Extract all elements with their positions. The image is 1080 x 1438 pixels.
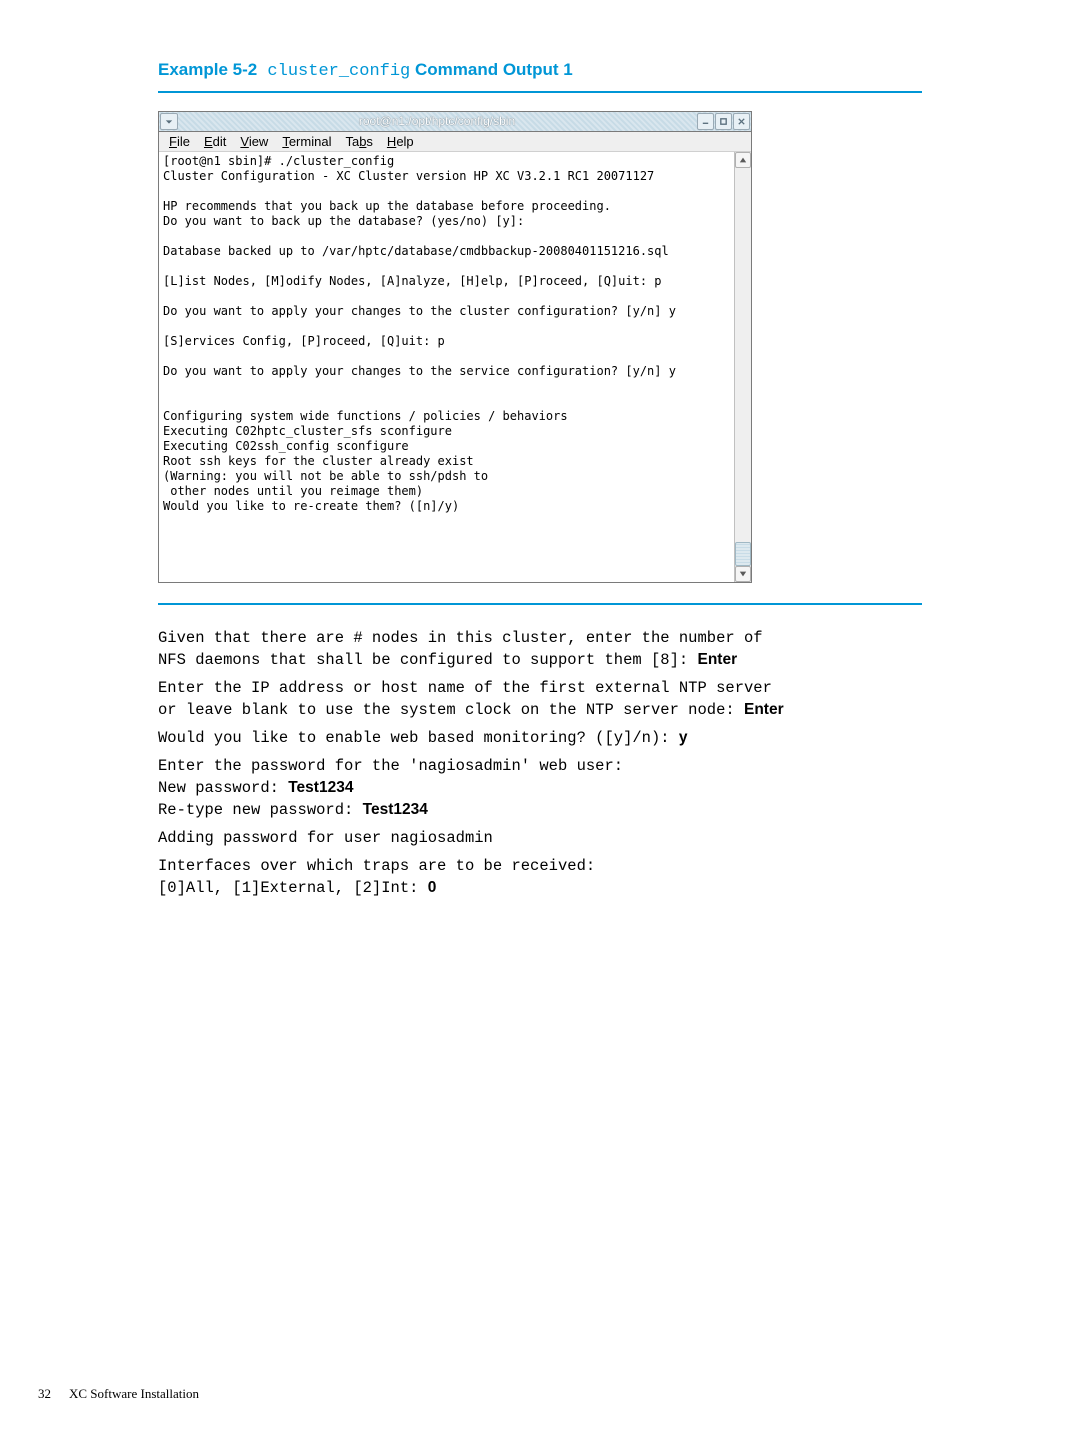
example-cmd: cluster_config [257,62,410,81]
title-bar: root@n1:/opt/hptc/config/sbin [159,112,751,132]
maximize-button[interactable] [715,113,732,130]
user-input: Enter [744,701,784,718]
scroll-down-button[interactable] [735,566,751,582]
footer-title: XC Software Installation [69,1386,199,1401]
body-line-text: Re-type new password: [158,801,363,819]
body-line: [0]All, [1]External, [2]Int: 0 [158,877,922,899]
body-line: Adding password for user nagiosadmin [158,827,922,849]
body-line: Would you like to enable web based monit… [158,727,922,749]
body-line-text: Enter the IP address or host name of the… [158,679,772,697]
user-input: Test1234 [288,779,353,796]
body-line: Interfaces over which traps are to be re… [158,855,922,877]
body-line-text: Interfaces over which traps are to be re… [158,857,595,875]
page-number: 32 [38,1386,51,1401]
body-text: Given that there are # nodes in this clu… [158,627,922,899]
example-label: Example 5-2 [158,60,257,79]
user-input: y [679,729,688,746]
body-line-text: Adding password for user nagiosadmin [158,829,493,847]
menu-terminal[interactable]: Terminal [282,134,331,149]
user-input: Test1234 [363,801,428,818]
minimize-icon [701,117,710,126]
divider-top [158,91,922,93]
chevron-down-icon [165,118,173,126]
terminal-body-wrap: [root@n1 sbin]# ./cluster_config Cluster… [159,152,751,582]
body-line-text: or leave blank to use the system clock o… [158,701,744,719]
user-input: Enter [698,651,738,668]
scroll-thumb[interactable] [735,542,751,566]
window-menu-dropdown[interactable] [160,113,178,130]
body-line-text: [0]All, [1]External, [2]Int: [158,879,428,897]
menu-view[interactable]: View [240,134,268,149]
body-line-text: NFS daemons that shall be configured to … [158,651,698,669]
example-suffix: Command Output 1 [410,60,572,79]
maximize-icon [719,117,728,126]
body-line: Re-type new password: Test1234 [158,799,922,821]
body-line: or leave blank to use the system clock o… [158,699,922,721]
example-title: Example 5-2 cluster_config Command Outpu… [158,60,922,81]
body-line-text: New password: [158,779,288,797]
menu-tabs[interactable]: Tabs [345,134,372,149]
triangle-up-icon [739,156,747,164]
scroll-track[interactable] [735,168,751,566]
body-line: Enter the password for the 'nagiosadmin'… [158,755,922,777]
page-footer: 32 XC Software Installation [38,1386,199,1402]
terminal-output[interactable]: [root@n1 sbin]# ./cluster_config Cluster… [159,152,734,582]
terminal-window: root@n1:/opt/hptc/config/sbin File Edit Vi… [158,111,752,583]
body-line-text: Given that there are # nodes in this clu… [158,629,763,647]
body-line-text: Enter the password for the 'nagiosadmin'… [158,757,623,775]
menu-bar: File Edit View Terminal Tabs Help [159,132,751,152]
window-buttons [696,113,750,130]
body-line-text: Would you like to enable web based monit… [158,729,679,747]
body-line: Enter the IP address or host name of the… [158,677,922,699]
body-line: NFS daemons that shall be configured to … [158,649,922,671]
body-line: New password: Test1234 [158,777,922,799]
menu-edit[interactable]: Edit [204,134,226,149]
triangle-down-icon [739,570,747,578]
user-input: 0 [428,879,437,896]
menu-file[interactable]: File [169,134,190,149]
close-icon [737,117,746,126]
window-title: root@n1:/opt/hptc/config/sbin [179,112,695,131]
divider-bottom [158,603,922,605]
scrollbar[interactable] [734,152,751,582]
close-button[interactable] [733,113,750,130]
menu-help[interactable]: Help [387,134,414,149]
scroll-up-button[interactable] [735,152,751,168]
body-line: Given that there are # nodes in this clu… [158,627,922,649]
minimize-button[interactable] [697,113,714,130]
